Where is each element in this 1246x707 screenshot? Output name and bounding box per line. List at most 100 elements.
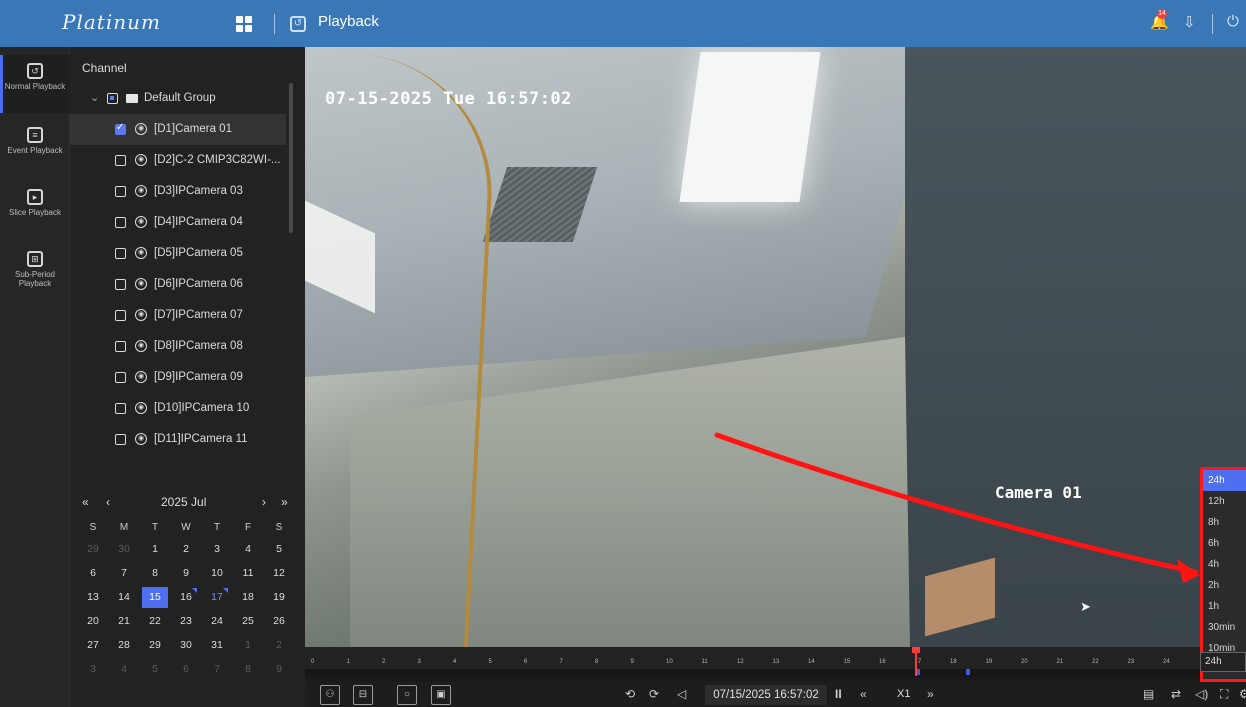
channel-checkbox[interactable] (115, 155, 126, 166)
calendar-day[interactable]: 11 (235, 563, 261, 584)
calendar-day[interactable]: 29 (80, 539, 106, 560)
calendar-day[interactable]: 2 (266, 635, 292, 656)
calendar-day[interactable]: 1 (235, 635, 261, 656)
calendar-day[interactable]: 23 (173, 611, 199, 632)
calendar-day[interactable]: 26 (266, 611, 292, 632)
calendar-day[interactable]: 9 (266, 659, 292, 680)
channel-item[interactable]: ◉ [D11]IPCamera 11 (70, 424, 286, 455)
calendar-day[interactable]: 13 (80, 587, 106, 608)
zoom-option[interactable]: 2h (1203, 575, 1246, 596)
zoom-option[interactable]: 4h (1203, 554, 1246, 575)
timeline[interactable]: 0 1 2 3 4 5 6 7 8 9 10 11 12 13 14 15 16 17 18 19 20 21 22 23 24 (305, 647, 1200, 677)
channel-item[interactable]: ◉ [D7]IPCamera 07 (70, 300, 286, 331)
calendar-day[interactable]: 30 (173, 635, 199, 656)
calendar-day[interactable]: 16 (173, 587, 199, 608)
prev-year-button[interactable]: « (82, 495, 89, 509)
calendar-day[interactable]: 22 (142, 611, 168, 632)
person-search-icon[interactable]: ⚇ (320, 685, 340, 705)
zoom-option[interactable]: 1h (1203, 596, 1246, 617)
forward-30s-icon[interactable]: ⟳ (649, 687, 659, 701)
prev-month-button[interactable]: ‹ (106, 495, 110, 509)
calendar-day[interactable]: 12 (266, 563, 292, 584)
fullscreen-icon[interactable]: ⛶ (1220, 687, 1228, 702)
fast-button[interactable]: » (927, 687, 934, 701)
channel-checkbox[interactable] (115, 248, 126, 259)
channel-checkbox[interactable] (115, 434, 126, 445)
calendar-day[interactable]: 8 (142, 563, 168, 584)
layout-grid-icon[interactable] (236, 16, 252, 32)
calendar-day[interactable]: 6 (173, 659, 199, 680)
timeline-cursor[interactable] (911, 647, 920, 676)
image-search-icon[interactable]: ▣ (431, 685, 451, 705)
audio-icon[interactable]: ◁) (1195, 687, 1208, 701)
channel-checkbox[interactable] (115, 403, 126, 414)
nav-event-playback[interactable]: ≡ Event Playback (0, 121, 70, 177)
channel-item[interactable]: ◉ [D1]Camera 01 (70, 114, 286, 145)
face-search-icon[interactable]: ○ (397, 685, 417, 705)
download-icon[interactable]: ⇩ (1183, 13, 1196, 31)
channel-checkbox[interactable] (115, 310, 126, 321)
calendar-day[interactable]: 2 (173, 539, 199, 560)
calendar-day[interactable]: 5 (142, 659, 168, 680)
calendar-day[interactable]: 27 (80, 635, 106, 656)
channel-item[interactable]: ◉ [D10]IPCamera 10 (70, 393, 286, 424)
calendar-day[interactable]: 3 (204, 539, 230, 560)
calendar-day[interactable]: 7 (204, 659, 230, 680)
channel-item[interactable]: ◉ [D6]IPCamera 06 (70, 269, 286, 300)
calendar-day[interactable]: 18 (235, 587, 261, 608)
rewind-30s-icon[interactable]: ⟲ (625, 687, 635, 701)
calendar-day[interactable]: 4 (111, 659, 137, 680)
calendar-day[interactable]: 3 (80, 659, 106, 680)
timeline-zoom-select[interactable]: 24h (1200, 652, 1246, 672)
nav-sub-period-playback[interactable]: ⊞ Sub-Period Playback (0, 245, 70, 301)
settings-icon[interactable]: ⚙ (1239, 687, 1246, 701)
channel-checkbox[interactable] (115, 341, 126, 352)
channel-item[interactable]: ◉ [D5]IPCamera 05 (70, 238, 286, 269)
channel-item[interactable]: ◉ [D8]IPCamera 08 (70, 331, 286, 362)
channel-checkbox[interactable] (115, 186, 126, 197)
calendar-day[interactable]: 30 (111, 539, 137, 560)
zoom-option[interactable]: 30min (1203, 617, 1246, 638)
chevron-down-icon[interactable]: ⌄ (90, 91, 99, 104)
channel-item[interactable]: ◉ [D3]IPCamera 03 (70, 176, 286, 207)
calendar-day[interactable]: 8 (235, 659, 261, 680)
channel-item[interactable]: ◉ [D2]C-2 CMIP3C82WI-... (70, 145, 286, 176)
slow-button[interactable]: « (860, 687, 867, 701)
next-year-button[interactable]: » (281, 495, 288, 509)
channel-checkbox[interactable] (115, 217, 126, 228)
channel-checkbox[interactable] (115, 279, 126, 290)
recording-segment[interactable] (966, 669, 970, 675)
next-month-button[interactable]: › (262, 495, 266, 509)
calendar-day[interactable]: 14 (111, 587, 137, 608)
calendar-day[interactable]: 24 (204, 611, 230, 632)
calendar-day[interactable]: 7 (111, 563, 137, 584)
nav-slice-playback[interactable]: ▸ Slice Playback (0, 183, 70, 239)
calendar-day[interactable]: 31 (204, 635, 230, 656)
calendar-day[interactable]: 17 (204, 587, 230, 608)
pause-button[interactable]: II (835, 687, 842, 701)
zoom-option[interactable]: 24h (1203, 470, 1246, 491)
channel-item[interactable]: ◉ [D4]IPCamera 04 (70, 207, 286, 238)
video-view[interactable]: 07-15-2025 Tue 16:57:02 Camera 01 ➤ (305, 47, 1246, 647)
channel-checkbox[interactable] (115, 372, 126, 383)
zoom-option[interactable]: 12h (1203, 491, 1246, 512)
calendar-day[interactable]: 21 (111, 611, 137, 632)
calendar-day[interactable]: 28 (111, 635, 137, 656)
calendar-day[interactable]: 20 (80, 611, 106, 632)
channel-item[interactable]: ◉ [D9]IPCamera 09 (70, 362, 286, 393)
zoom-option[interactable]: 6h (1203, 533, 1246, 554)
channel-scrollbar[interactable] (289, 83, 293, 233)
snapshot-icon[interactable]: ▤ (1143, 687, 1154, 701)
calendar-day[interactable]: 1 (142, 539, 168, 560)
power-icon[interactable]: ⏻ (1227, 13, 1239, 30)
calendar-day[interactable]: 29 (142, 635, 168, 656)
calendar-day[interactable]: 4 (235, 539, 261, 560)
calendar-day[interactable]: 10 (204, 563, 230, 584)
group-default[interactable]: ⌄ Default Group (70, 83, 286, 114)
calendar-day[interactable]: 25 (235, 611, 261, 632)
channel-checkbox[interactable] (115, 122, 126, 135)
vehicle-search-icon[interactable]: ⊟ (353, 685, 373, 705)
calendar-day[interactable]: 6 (80, 563, 106, 584)
calendar-day[interactable]: 5 (266, 539, 292, 560)
reverse-play-button[interactable]: ◁ (677, 687, 686, 701)
